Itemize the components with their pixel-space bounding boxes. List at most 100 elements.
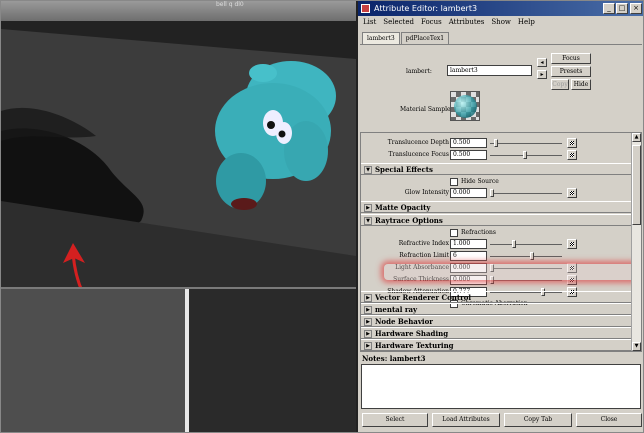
refractive-index-field[interactable]: 1.000	[450, 239, 487, 249]
translucence-depth-map-icon[interactable]	[567, 138, 577, 148]
viewport-panel-right[interactable]	[189, 289, 356, 432]
slider-track	[490, 256, 562, 257]
attribute-scrollbar[interactable]: ▲ ▼	[631, 133, 641, 351]
presets-button[interactable]: Presets	[551, 66, 591, 77]
row-translucence-depth: Translucence Depth 0.500	[361, 138, 631, 149]
bottom-button-bar: Select Load Attributes Copy Tab Close	[358, 411, 643, 431]
close-button[interactable]: Close	[576, 413, 642, 427]
refraction-limit-field[interactable]: 6	[450, 251, 487, 261]
window-title: Attribute Editor: lambert3	[374, 4, 478, 13]
window-titlebar[interactable]: Attribute Editor: lambert3 _ □ ×	[358, 1, 643, 16]
translucence-focus-field[interactable]: 0.500	[450, 150, 487, 160]
go-output-icon[interactable]: ▸	[537, 70, 547, 79]
slider-knob[interactable]	[512, 240, 516, 248]
translucence-depth-field[interactable]: 0.500	[450, 138, 487, 148]
node-name-field[interactable]	[447, 65, 532, 76]
collapse-triangle-icon[interactable]: ▶	[364, 342, 372, 350]
collapse-triangle-icon[interactable]: ▶	[364, 306, 372, 314]
slider-track	[490, 143, 562, 144]
material-sample-label: Material Sample	[400, 106, 451, 113]
refractive-index-map-icon[interactable]	[567, 239, 577, 249]
section-node-behavior[interactable]: ▶ Node Behavior	[361, 315, 631, 327]
row-refractive-index: Refractive Index 1.000	[361, 239, 631, 250]
menu-selected[interactable]: Selected	[383, 16, 414, 28]
attribute-scroll-area[interactable]: Translucence Depth 0.500 Translucence Fo…	[360, 132, 642, 352]
section-title: Special Effects	[375, 165, 433, 174]
section-special-effects[interactable]: ▼ Special Effects	[361, 163, 631, 175]
row-refraction-limit: Refraction Limit 6	[361, 251, 631, 262]
minimize-button[interactable]: _	[603, 3, 615, 14]
translucence-depth-label: Translucence Depth	[387, 139, 449, 146]
row-glow-intensity: Glow Intensity 0.000	[361, 188, 631, 199]
section-mental-ray[interactable]: ▶ mental ray	[361, 303, 631, 315]
glow-intensity-field[interactable]: 0.000	[450, 188, 487, 198]
select-button[interactable]: Select	[362, 413, 428, 427]
section-title: Matte Opacity	[375, 203, 431, 212]
menu-help[interactable]: Help	[518, 16, 535, 28]
glow-intensity-slider[interactable]	[490, 188, 562, 198]
slider-knob[interactable]	[490, 189, 494, 197]
section-title: mental ray	[375, 305, 418, 314]
model-mouth	[231, 198, 257, 210]
copy-tab-button[interactable]: Copy Tab	[504, 413, 572, 427]
section-title: Raytrace Options	[375, 216, 443, 225]
refraction-limit-slider[interactable]	[490, 251, 562, 261]
hide-source-checkbox[interactable]	[450, 178, 458, 186]
focus-button[interactable]: Focus	[551, 53, 591, 64]
material-sample-swatch[interactable]	[450, 91, 480, 121]
menu-show[interactable]: Show	[491, 16, 511, 28]
copy-button[interactable]: Copy	[551, 79, 569, 90]
slider-knob[interactable]	[530, 252, 534, 260]
section-vector-renderer-control[interactable]: ▶ Vector Renderer Control	[361, 291, 631, 303]
tab-pdplacetex1[interactable]: pdPlaceTex1	[400, 32, 450, 44]
hide-button[interactable]: Hide	[571, 79, 591, 90]
section-hardware-texturing[interactable]: ▶ Hardware Texturing	[361, 339, 631, 351]
refractions-checkbox[interactable]	[450, 229, 458, 237]
close-window-button[interactable]: ×	[630, 3, 642, 14]
notes-label: Notes: lambert3	[362, 354, 426, 363]
maximize-button[interactable]: □	[616, 3, 628, 14]
model-tuft	[249, 64, 277, 82]
notes-textarea[interactable]	[361, 364, 641, 409]
collapse-triangle-icon[interactable]: ▶	[364, 318, 372, 326]
section-matte-opacity[interactable]: ▶ Matte Opacity	[361, 201, 631, 213]
3d-viewport[interactable]: bell q dl0	[1, 1, 356, 432]
viewport-panel-left[interactable]	[1, 289, 185, 432]
translucence-focus-slider[interactable]	[490, 150, 562, 160]
scroll-thumb[interactable]	[632, 145, 641, 225]
refractive-index-label: Refractive Index	[398, 240, 449, 247]
collapse-triangle-icon[interactable]: ▶	[364, 294, 372, 302]
collapse-triangle-icon[interactable]: ▶	[364, 204, 372, 212]
slider-track	[490, 280, 562, 281]
menu-attributes[interactable]: Attributes	[449, 16, 485, 28]
slider-knob[interactable]	[523, 151, 527, 159]
translucence-focus-label: Translucence Focus	[388, 151, 449, 158]
slider-knob[interactable]	[494, 139, 498, 147]
slider-track	[490, 193, 562, 194]
collapse-triangle-icon[interactable]: ▶	[364, 330, 372, 338]
row-hide-source: Hide Source	[361, 177, 631, 188]
menu-focus[interactable]: Focus	[421, 16, 442, 28]
menu-list[interactable]: List	[363, 16, 376, 28]
row-shadow-attenuation	[361, 267, 631, 278]
glow-intensity-label: Glow Intensity	[404, 189, 449, 196]
load-attributes-button[interactable]: Load Attributes	[432, 413, 500, 427]
section-raytrace-options[interactable]: ▼ Raytrace Options	[361, 214, 631, 226]
node-header: lambert: ◂ ▸ Focus Presets Copy Hide Mat…	[360, 45, 642, 130]
translucence-depth-slider[interactable]	[490, 138, 562, 148]
model-pupil-right	[278, 130, 286, 138]
attribute-editor-window: Attribute Editor: lambert3 _ □ × List Se…	[356, 1, 643, 432]
scroll-down-icon[interactable]: ▼	[632, 342, 641, 351]
scroll-up-icon[interactable]: ▲	[632, 133, 641, 142]
expand-triangle-icon[interactable]: ▼	[364, 217, 372, 225]
refractive-index-slider[interactable]	[490, 239, 562, 249]
section-hardware-shading[interactable]: ▶ Hardware Shading	[361, 327, 631, 339]
go-input-icon[interactable]: ◂	[537, 58, 547, 67]
tab-lambert3[interactable]: lambert3	[362, 32, 400, 44]
translucence-focus-map-icon[interactable]	[567, 150, 577, 160]
glow-intensity-map-icon[interactable]	[567, 188, 577, 198]
expand-triangle-icon[interactable]: ▼	[364, 166, 372, 174]
slider-track	[490, 244, 562, 245]
material-sphere	[454, 95, 477, 118]
node-name-label: lambert:	[406, 68, 432, 75]
